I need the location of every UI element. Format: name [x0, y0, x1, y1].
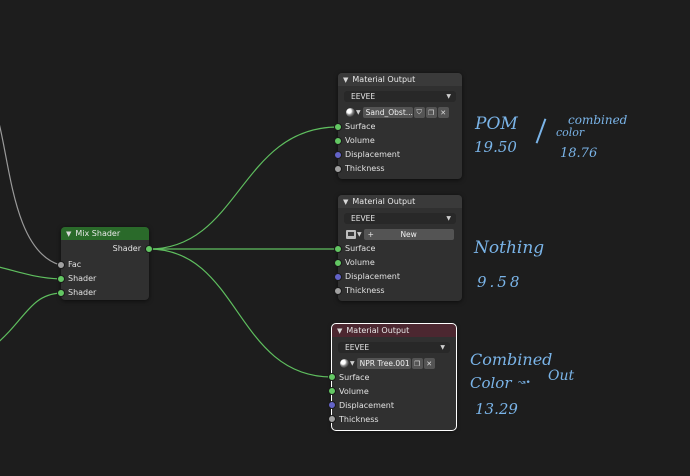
link-to-shader-1 — [0, 266, 61, 280]
mix-input-shader-2-socket[interactable] — [57, 289, 65, 297]
annotation-combined-color-label-2: Color — [470, 374, 512, 392]
output-1-volume-socket[interactable] — [334, 137, 342, 145]
output-3-volume-label: Volume — [339, 387, 369, 396]
material-output-title-1: Material Output — [352, 75, 416, 84]
mix-input-shader-1-socket[interactable] — [57, 275, 65, 283]
material-output-header-3[interactable]: ▼ Material Output — [332, 324, 456, 337]
material-output-title-3: Material Output — [346, 326, 410, 335]
material-selector-1[interactable]: ▼ Sand_Obst... ⛉ ❐ ✕ — [346, 107, 449, 118]
render-target-dropdown-1[interactable]: EEVEE ▼ — [344, 91, 456, 102]
material-output-header-1[interactable]: ▼ Material Output — [338, 73, 462, 86]
arrow-icon: ↝• — [518, 378, 531, 388]
mix-output-label: Shader — [112, 244, 141, 253]
annotation-combined-value: 18.76 — [560, 146, 598, 161]
chevron-down-icon[interactable]: ▼ — [350, 360, 355, 367]
material-selector-2[interactable]: ▼ + New — [346, 229, 454, 240]
output-2-displacement-label: Displacement — [345, 272, 400, 281]
chevron-down-icon: ▼ — [446, 215, 451, 222]
node-editor-canvas[interactable]: ▼ Mix Shader Shader Fac Shader Shader ▼ … — [0, 0, 690, 476]
material-selector-3[interactable]: ▼ NPR Tree.001 ❐ ✕ — [340, 358, 435, 369]
mix-input-fac-label: Fac — [68, 260, 82, 269]
output-2-surface-socket[interactable] — [334, 245, 342, 253]
annotation-nothing-value: 9.58 — [477, 273, 523, 291]
render-target-value-3: EEVEE — [345, 343, 370, 352]
material-sphere-icon[interactable] — [340, 359, 349, 368]
output-2-displacement-socket[interactable] — [334, 273, 342, 281]
chevron-down-icon[interactable]: ▼ — [343, 76, 348, 84]
output-3-thickness-label: Thickness — [339, 415, 379, 424]
output-1-thickness-socket[interactable] — [334, 165, 342, 173]
material-sphere-icon[interactable] — [346, 108, 355, 117]
render-target-dropdown-2[interactable]: EEVEE ▼ — [344, 213, 456, 224]
link-gray-to-fac — [0, 125, 61, 266]
material-output-node-2[interactable]: ▼ Material Output EEVEE ▼ ▼ + New Surfac… — [338, 195, 462, 301]
chevron-down-icon: ▼ — [446, 93, 451, 100]
annotation-nothing-label: Nothing — [474, 238, 545, 258]
material-output-node-1[interactable]: ▼ Material Output EEVEE ▼ ▼ Sand_Obst...… — [338, 73, 462, 179]
chevron-down-icon[interactable]: ▼ — [356, 109, 361, 116]
mix-shader-header[interactable]: ▼ Mix Shader — [61, 227, 149, 240]
duplicate-icon[interactable]: ❐ — [411, 358, 423, 369]
output-2-thickness-socket[interactable] — [334, 287, 342, 295]
annotation-combined-color-value: 13.29 — [475, 400, 518, 418]
annotation-combined-label-2: color — [556, 126, 585, 139]
chevron-down-icon[interactable]: ▼ — [337, 327, 342, 335]
link-to-shader-2 — [0, 292, 61, 342]
output-3-surface-socket[interactable] — [328, 373, 336, 381]
mix-shader-title: Mix Shader — [75, 229, 121, 238]
output-3-surface-label: Surface — [339, 373, 370, 382]
link-mix-to-output-3 — [148, 248, 333, 378]
chevron-down-icon: ▼ — [440, 344, 445, 351]
close-icon[interactable]: ✕ — [423, 358, 435, 369]
output-3-volume-socket[interactable] — [328, 387, 336, 395]
mix-input-shader-1-label: Shader — [68, 274, 97, 283]
chevron-down-icon[interactable]: ▼ — [66, 230, 71, 238]
render-target-value-2: EEVEE — [351, 214, 376, 223]
output-2-volume-socket[interactable] — [334, 259, 342, 267]
output-1-displacement-label: Displacement — [345, 150, 400, 159]
material-name-field-3[interactable]: NPR Tree.001 — [356, 358, 411, 369]
output-3-thickness-socket[interactable] — [328, 415, 336, 423]
link-mix-to-output-1 — [148, 126, 339, 250]
mix-shader-node[interactable]: ▼ Mix Shader Shader Fac Shader Shader — [61, 227, 149, 300]
annotation-combined-label-1: combined — [568, 113, 628, 127]
new-material-button[interactable]: + New — [363, 229, 454, 240]
mix-input-shader-2-label: Shader — [68, 288, 97, 297]
duplicate-icon[interactable]: ❐ — [425, 107, 437, 118]
output-1-displacement-socket[interactable] — [334, 151, 342, 159]
plus-icon: + — [367, 230, 374, 239]
output-2-surface-label: Surface — [345, 244, 376, 253]
render-target-value-1: EEVEE — [351, 92, 376, 101]
output-2-thickness-label: Thickness — [345, 286, 385, 295]
mix-input-fac-socket[interactable] — [57, 261, 65, 269]
annotation-combined-color-label-1: Combined — [470, 350, 553, 369]
close-icon[interactable]: ✕ — [437, 107, 449, 118]
output-3-displacement-socket[interactable] — [328, 401, 336, 409]
material-output-node-3[interactable]: ▼ Material Output EEVEE ▼ ▼ NPR Tree.001… — [331, 323, 457, 431]
annotation-out-label: Out — [548, 368, 575, 384]
browse-material-icon[interactable] — [346, 230, 356, 239]
chevron-down-icon[interactable]: ▼ — [357, 231, 362, 238]
material-name-field-1[interactable]: Sand_Obst... — [362, 107, 413, 118]
annotation-pom-label: POM — [475, 114, 518, 134]
render-target-dropdown-3[interactable]: EEVEE ▼ — [338, 342, 450, 353]
annotation-pom-value: 19.50 — [474, 138, 517, 156]
output-3-displacement-label: Displacement — [339, 401, 394, 410]
output-1-surface-socket[interactable] — [334, 123, 342, 131]
material-output-header-2[interactable]: ▼ Material Output — [338, 195, 462, 208]
material-output-title-2: Material Output — [352, 197, 416, 206]
new-material-label: New — [400, 230, 417, 239]
output-1-surface-label: Surface — [345, 122, 376, 131]
shield-icon[interactable]: ⛉ — [413, 107, 425, 118]
chevron-down-icon[interactable]: ▼ — [343, 198, 348, 206]
output-1-thickness-label: Thickness — [345, 164, 385, 173]
output-2-volume-label: Volume — [345, 258, 375, 267]
mix-output-socket[interactable] — [145, 245, 153, 253]
output-1-volume-label: Volume — [345, 136, 375, 145]
